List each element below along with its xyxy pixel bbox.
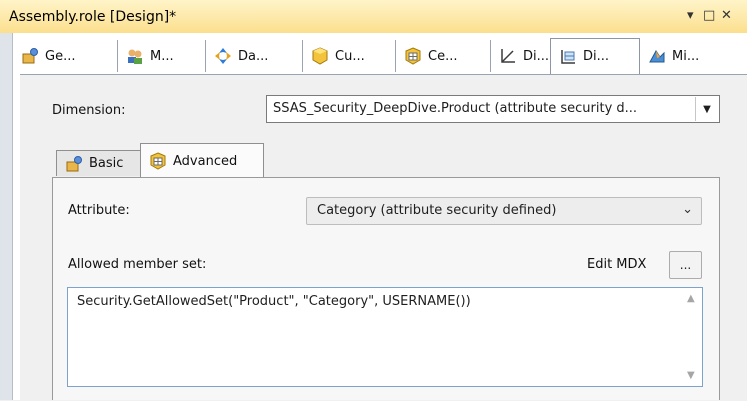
tab-label: Ce...: [428, 48, 458, 64]
vertical-scrollbar[interactable]: ▲ ▼: [684, 289, 701, 385]
edit-mdx-label: Edit MDX: [587, 257, 647, 272]
tab-cell-data[interactable]: Ce...: [396, 40, 491, 72]
dimension-value: SSAS_Security_DeepDive.Product (attribut…: [273, 101, 638, 116]
tab-label: Da...: [238, 48, 269, 64]
general-icon: [21, 47, 39, 65]
tab-general[interactable]: Ge...: [13, 40, 118, 72]
cell-data-icon: [404, 47, 422, 65]
title-bar: Assembly.role [Design]* ▾ □ ✕: [0, 0, 747, 34]
tab-basic[interactable]: Basic: [56, 150, 142, 176]
membership-icon: [126, 47, 144, 65]
advanced-icon: [149, 152, 167, 170]
chevron-down-icon: ⌄: [682, 202, 693, 217]
close-icon[interactable]: ✕: [721, 8, 732, 23]
tab-membership[interactable]: M...: [118, 40, 206, 72]
tab-cubes[interactable]: Cu...: [303, 40, 396, 72]
edit-mdx-button[interactable]: ...: [669, 251, 702, 279]
allowed-member-set-textarea[interactable]: Security.GetAllowedSet("Product", "Categ…: [67, 287, 703, 387]
dimension-data-icon: [559, 48, 577, 66]
mdx-expression: Security.GetAllowedSet("Product", "Categ…: [77, 294, 471, 309]
document-title: Assembly.role [Design]*: [9, 9, 177, 25]
tab-label: Basic: [89, 156, 124, 171]
attribute-label: Attribute:: [68, 203, 130, 218]
scroll-up-icon[interactable]: ▲: [687, 293, 695, 304]
maximize-icon[interactable]: □: [703, 8, 715, 23]
scroll-down-icon[interactable]: ▼: [687, 370, 695, 381]
tab-label: Mi...: [672, 48, 700, 64]
tab-advanced[interactable]: Advanced: [140, 143, 264, 178]
dimensions-icon: [499, 47, 517, 65]
basic-icon: [65, 155, 83, 173]
tab-mining-structures[interactable]: Mi...: [640, 40, 730, 72]
tab-data-sources[interactable]: Da...: [206, 40, 303, 72]
attribute-dropdown[interactable]: Category (attribute security defined) ⌄: [306, 197, 702, 225]
mining-structures-icon: [648, 47, 666, 65]
window-menu-icon[interactable]: ▾: [687, 8, 694, 23]
tab-dimension-data[interactable]: Di...: [550, 38, 640, 74]
dropdown-arrow-icon[interactable]: ▼: [695, 97, 718, 121]
tab-label: Di...: [523, 48, 550, 64]
dimension-dropdown[interactable]: SSAS_Security_DeepDive.Product (attribut…: [266, 95, 720, 123]
role-tab-strip: Ge... M... Da... Cu... Ce... Di... Di...…: [13, 38, 747, 74]
cubes-icon: [311, 47, 329, 65]
data-sources-icon: [214, 47, 232, 65]
allowed-member-set-label: Allowed member set:: [68, 257, 207, 272]
tab-label: Advanced: [173, 153, 238, 169]
attribute-value: Category (attribute security defined): [317, 203, 557, 218]
tab-label: Di...: [583, 49, 610, 64]
left-edge: [0, 33, 13, 400]
tab-label: Cu...: [335, 48, 365, 64]
dimension-label: Dimension:: [52, 103, 126, 118]
tab-label: M...: [150, 48, 174, 64]
tab-label: Ge...: [45, 48, 76, 64]
